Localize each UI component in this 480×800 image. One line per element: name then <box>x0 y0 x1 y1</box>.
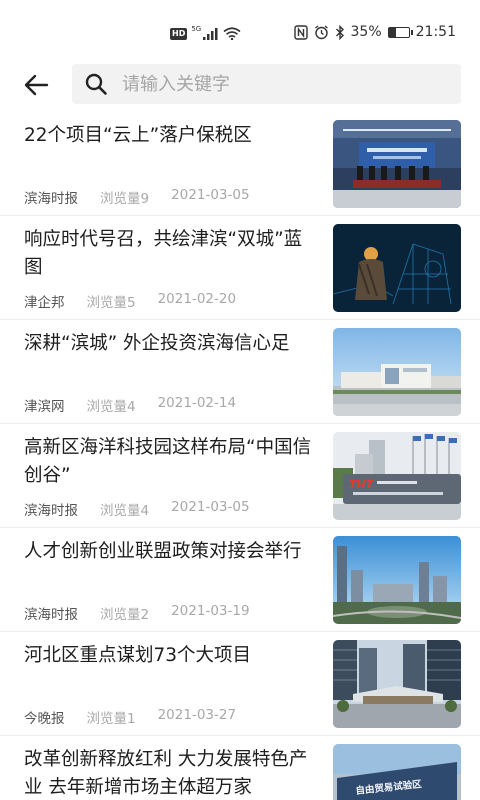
news-title: 22个项目“云上”落户保税区 <box>24 125 252 146</box>
news-date: 2021-03-19 <box>171 603 250 619</box>
news-title: 深耕“滨城” 外企投资滨海信心足 <box>24 333 290 354</box>
news-item[interactable]: 22个项目“云上”落户保税区 滨海时报 浏览量9 2021-03-05 <box>0 112 480 216</box>
news-meta: 滨海时报 浏览量2 2021-03-19 <box>24 603 250 623</box>
battery-level-fill <box>388 27 396 37</box>
news-meta: 滨海时报 浏览量9 2021-03-05 <box>24 187 250 207</box>
news-title: 高新区海洋科技园这样布局“中国信创谷” <box>24 437 312 486</box>
arrow-left-icon <box>24 74 49 96</box>
news-source: 津企邦 <box>24 295 65 311</box>
network-indicators: HD 5G <box>170 24 241 40</box>
news-list: 22个项目“云上”落户保税区 滨海时报 浏览量9 2021-03-05 响应时代… <box>0 112 480 800</box>
battery-percent: 35% <box>350 24 382 40</box>
news-thumbnail <box>333 328 461 416</box>
search-input[interactable] <box>122 64 442 104</box>
battery-icon <box>387 26 413 38</box>
engineer-blueprint-photo <box>333 224 461 312</box>
news-title: 人才创新创业联盟政策对接会举行 <box>24 541 302 562</box>
city-aerial-photo <box>333 536 461 624</box>
news-thumbnail: 自由贸易试验区 <box>333 744 461 800</box>
news-item[interactable]: 响应时代号召，共绘津滨“双城”蓝图 津企邦 浏览量5 2021-02-20 <box>0 216 480 320</box>
alarm-icon <box>314 24 328 39</box>
news-item[interactable]: 人才创新创业联盟政策对接会举行 滨海时报 浏览量2 2021-03-19 <box>0 528 480 632</box>
news-views: 浏览量1 <box>86 711 136 727</box>
news-views: 浏览量5 <box>86 295 136 311</box>
search-header <box>0 58 480 112</box>
tht-sign-text: THT <box>349 478 375 491</box>
status-bar: HD 5G 35% 21:51 <box>0 0 480 52</box>
news-item[interactable]: 河北区重点谋划73个大项目 今晚报 浏览量1 2021-03-27 <box>0 632 480 736</box>
tech-park-sign-photo: THT <box>333 432 461 520</box>
news-date: 2021-02-14 <box>157 395 237 411</box>
news-source: 今晚报 <box>24 711 65 727</box>
system-indicators: 35% 21:51 <box>293 24 456 40</box>
network-type-label: 5G <box>191 24 202 33</box>
news-item[interactable]: 深耕“滨城” 外企投资滨海信心足 津滨网 浏览量4 2021-02-14 <box>0 320 480 424</box>
news-meta: 今晚报 浏览量1 2021-03-27 <box>24 707 236 727</box>
free-trade-zone-photo: 自由贸易试验区 <box>333 744 461 800</box>
news-source: 滨海时报 <box>24 503 78 519</box>
news-meta: 津企邦 浏览量5 2021-02-20 <box>24 291 236 311</box>
news-title: 改革创新释放红利 大力发展特色产业 去年新增市场主体超万家 <box>24 749 308 798</box>
news-title: 响应时代号召，共绘津滨“双城”蓝图 <box>24 229 303 278</box>
clock: 21:51 <box>415 24 456 40</box>
news-thumbnail <box>333 640 461 728</box>
news-date: 2021-03-05 <box>171 499 250 515</box>
news-thumbnail <box>333 224 461 312</box>
news-source: 津滨网 <box>24 399 65 415</box>
news-item[interactable]: 改革创新释放红利 大力发展特色产业 去年新增市场主体超万家 自由贸易试验区 <box>0 736 480 800</box>
news-views: 浏览量4 <box>86 399 136 415</box>
signing-ceremony-photo <box>333 120 461 208</box>
news-item[interactable]: 高新区海洋科技园这样布局“中国信创谷” 滨海时报 浏览量4 2021-03-05… <box>0 424 480 528</box>
news-thumbnail <box>333 536 461 624</box>
news-date: 2021-03-27 <box>157 707 237 723</box>
news-date: 2021-02-20 <box>157 291 237 307</box>
search-icon <box>85 73 107 95</box>
back-button[interactable] <box>20 68 54 102</box>
modern-plaza-photo <box>333 640 461 728</box>
factory-building-photo <box>333 328 461 416</box>
cellular-signal-icon <box>203 27 218 40</box>
news-date: 2021-03-05 <box>171 187 250 203</box>
news-source: 滨海时报 <box>24 191 78 207</box>
wifi-icon <box>223 27 241 40</box>
nfc-icon <box>293 24 308 40</box>
news-views: 浏览量2 <box>100 607 150 623</box>
news-views: 浏览量9 <box>100 191 150 207</box>
news-meta: 滨海时报 浏览量4 2021-03-05 <box>24 499 250 519</box>
bluetooth-icon <box>335 24 344 40</box>
news-meta: 津滨网 浏览量4 2021-02-14 <box>24 395 236 415</box>
search-box[interactable] <box>72 64 461 104</box>
hd-badge: HD <box>170 27 188 40</box>
news-views: 浏览量4 <box>100 503 150 519</box>
news-thumbnail <box>333 120 461 208</box>
news-thumbnail: THT <box>333 432 461 520</box>
news-source: 滨海时报 <box>24 607 78 623</box>
news-title: 河北区重点谋划73个大项目 <box>24 645 252 666</box>
